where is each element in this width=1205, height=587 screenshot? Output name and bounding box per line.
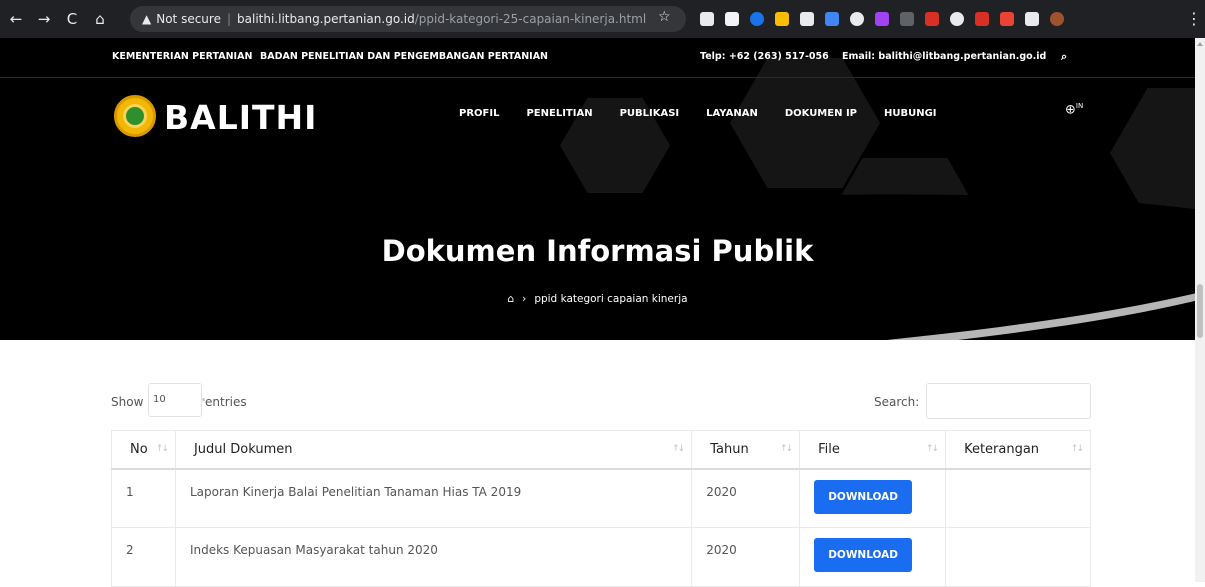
cell-no: 2 bbox=[111, 527, 176, 587]
browser-toolbar: ← → C ⌂ ▲ Not secure | balithi.litbang.p… bbox=[0, 0, 1205, 38]
warning-triangle-icon: ▲ bbox=[142, 12, 152, 26]
forward-arrow-icon[interactable]: → bbox=[32, 7, 56, 31]
address-separator: | bbox=[226, 12, 232, 26]
scrollbar-thumb[interactable] bbox=[1197, 284, 1203, 338]
cell-no: 1 bbox=[111, 468, 176, 528]
cell-tahun: 2020 bbox=[691, 468, 801, 528]
browser-extension-icon[interactable] bbox=[950, 12, 964, 26]
browser-extension-icon[interactable] bbox=[725, 12, 739, 26]
browser-extension-icon[interactable] bbox=[900, 12, 914, 26]
scroll-up-arrow-icon[interactable] bbox=[1197, 42, 1203, 46]
sort-icon: ↑↓ bbox=[155, 444, 169, 454]
column-header-judul[interactable]: Judul Dokumen ↑↓ bbox=[174, 430, 693, 470]
browser-extension-icon[interactable] bbox=[1050, 12, 1064, 26]
browser-extension-icon[interactable] bbox=[1025, 12, 1039, 26]
cell-keterangan bbox=[945, 527, 1091, 587]
email-label: Email: balithi@litbang.pertanian.go.id bbox=[842, 51, 1047, 62]
phone-label: Telp: +62 (263) 517-056 bbox=[700, 51, 829, 62]
download-button[interactable]: DOWNLOAD bbox=[814, 479, 913, 514]
entries-label: entries bbox=[205, 395, 247, 409]
hero-banner: KEMENTERIAN PERTANIAN BADAN PENELITIAN D… bbox=[0, 38, 1195, 340]
page-length-value: 10 bbox=[153, 394, 166, 405]
reload-icon[interactable]: C bbox=[60, 7, 84, 31]
browser-extension-icon[interactable] bbox=[1000, 12, 1014, 26]
sort-icon: ↑↓ bbox=[780, 444, 793, 454]
url-host: balithi.litbang.pertanian.go.id bbox=[237, 12, 415, 26]
extensions-row bbox=[700, 9, 1075, 29]
url-path: /ppid-kategori-25-capaian-kinerja.html bbox=[414, 12, 647, 26]
cell-keterangan bbox=[945, 468, 1091, 528]
column-header-keterangan[interactable]: Keterangan ↑↓ bbox=[945, 430, 1091, 470]
nav-item-profil[interactable]: PROFIL bbox=[459, 108, 499, 119]
breadcrumb-current: ppid kategori capaian kinerja bbox=[534, 293, 688, 305]
page-title: Dokumen Informasi Publik bbox=[381, 234, 814, 268]
back-arrow-icon[interactable]: ← bbox=[4, 7, 28, 31]
table-controls: Show 10 entries Search: bbox=[111, 383, 1091, 419]
sort-icon: ↑↓ bbox=[1070, 444, 1084, 454]
download-button[interactable]: DOWNLOAD bbox=[814, 538, 913, 572]
globe-icon: ⊕ bbox=[1065, 102, 1076, 118]
brand-name[interactable]: BALITHI bbox=[164, 98, 317, 137]
ministry-label: KEMENTERIAN PERTANIAN bbox=[112, 51, 253, 62]
browser-extension-icon[interactable] bbox=[850, 12, 864, 26]
browser-extension-icon[interactable] bbox=[775, 12, 789, 26]
browser-extension-icon[interactable] bbox=[700, 12, 714, 26]
column-header-file[interactable]: File ↑↓ bbox=[799, 430, 947, 470]
browser-extension-icon[interactable] bbox=[975, 12, 989, 26]
search-label: Search: bbox=[874, 395, 920, 409]
nav-item-layanan[interactable]: LAYANAN bbox=[706, 108, 758, 119]
security-label: Not secure bbox=[156, 12, 221, 26]
cell-judul: Laporan Kinerja Balai Penelitian Tanaman… bbox=[174, 468, 693, 528]
logo-emblem-inner bbox=[123, 104, 147, 128]
sort-icon: ↑↓ bbox=[925, 444, 939, 454]
search-input[interactable] bbox=[926, 383, 1091, 419]
column-header-no[interactable]: No ↑↓ bbox=[111, 430, 176, 470]
nav-item-hubungi[interactable]: HUBUNGI bbox=[884, 108, 937, 119]
bookmark-star-icon[interactable]: ☆ bbox=[658, 9, 671, 25]
address-bar[interactable]: ▲ Not secure | balithi.litbang.pertanian… bbox=[130, 6, 686, 32]
cell-judul: Indeks Kepuasan Masyarakat tahun 2020 bbox=[174, 527, 693, 587]
browser-extension-icon[interactable] bbox=[925, 12, 939, 26]
home-icon[interactable]: ⌂ bbox=[88, 7, 112, 31]
cell-file: DOWNLOAD bbox=[799, 468, 947, 528]
search-icon[interactable]: ⌕ bbox=[1061, 50, 1067, 64]
top-info-bar: KEMENTERIAN PERTANIAN BADAN PENELITIAN D… bbox=[0, 38, 1195, 78]
browser-extension-icon[interactable] bbox=[825, 12, 839, 26]
page-length-select[interactable]: 10 bbox=[148, 383, 205, 417]
page-scrollbar[interactable] bbox=[1195, 38, 1205, 582]
show-label: Show bbox=[111, 395, 144, 409]
language-code: IN bbox=[1075, 102, 1084, 110]
table-row: 1 Laporan Kinerja Balai Penelitian Tanam… bbox=[111, 468, 1091, 528]
column-header-tahun[interactable]: Tahun ↑↓ bbox=[691, 430, 801, 470]
language-switcher[interactable]: ⊕IN bbox=[1065, 102, 1083, 117]
cell-tahun: 2020 bbox=[691, 527, 801, 587]
logo-emblem[interactable] bbox=[114, 95, 156, 137]
browser-extension-icon[interactable] bbox=[875, 12, 889, 26]
agency-label: BADAN PENELITIAN DAN PENGEMBANGAN PERTAN… bbox=[260, 51, 549, 62]
browser-extension-icon[interactable] bbox=[800, 12, 814, 26]
nav-item-penelitian[interactable]: PENELITIAN bbox=[526, 108, 592, 119]
cell-file: DOWNLOAD bbox=[799, 527, 947, 587]
nav-item-dokumen-ip[interactable]: DOKUMEN IP bbox=[785, 108, 857, 119]
documents-table: No ↑↓ Judul Dokumen ↑↓ Tahun ↑↓ File ↑↓ Kete… bbox=[111, 430, 1091, 587]
browser-extension-icon[interactable] bbox=[750, 12, 764, 26]
sort-icon: ↑↓ bbox=[672, 444, 685, 454]
nav-item-publikasi[interactable]: PUBLIKASI bbox=[620, 108, 680, 119]
breadcrumb: ⌂ › ppid kategori capaian kinerja bbox=[0, 293, 1195, 305]
table-row: 2 Indeks Kepuasan Masyarakat tahun 2020 … bbox=[111, 527, 1091, 587]
kebab-menu-icon[interactable]: ⋮ bbox=[1186, 9, 1202, 28]
home-icon[interactable]: ⌂ bbox=[507, 293, 514, 305]
table-header-row: No ↑↓ Judul Dokumen ↑↓ Tahun ↑↓ File ↑↓ Kete… bbox=[111, 430, 1091, 470]
hexagon-decoration bbox=[1110, 88, 1195, 218]
chevron-right-icon: › bbox=[522, 293, 527, 305]
page: KEMENTERIAN PERTANIAN BADAN PENELITIAN D… bbox=[0, 38, 1195, 587]
main-navigation: PROFIL PENELITIAN PUBLIKASI LAYANAN DOKU… bbox=[459, 108, 964, 119]
